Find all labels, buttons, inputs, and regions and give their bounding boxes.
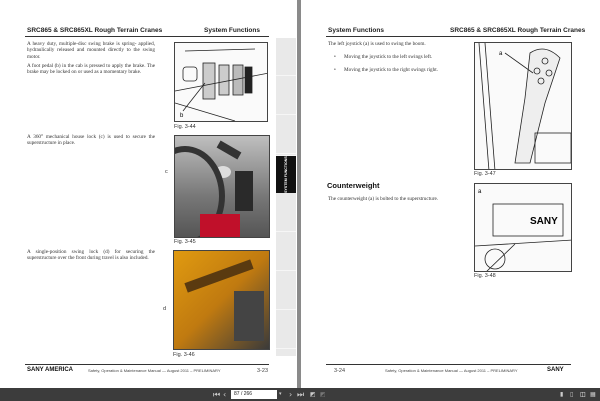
- page-number: 3-24: [334, 368, 346, 374]
- figure-swing-lock-photo: [173, 250, 270, 350]
- footer-rule: [25, 364, 269, 365]
- continuous-view-icon[interactable]: ▯: [570, 390, 573, 399]
- previous-page-icon[interactable]: ‹: [223, 390, 226, 399]
- page-dropdown-icon[interactable]: ▾: [279, 390, 282, 399]
- svg-text:a: a: [499, 51, 503, 57]
- svg-text:b: b: [180, 113, 184, 119]
- figure-joystick: a: [474, 42, 572, 170]
- first-page-icon[interactable]: ⏮: [213, 390, 220, 399]
- figure-caption: Fig. 3-48: [474, 273, 496, 279]
- bullet-item: Moving the joystick to the right swings …: [344, 67, 438, 73]
- header-section: System Functions: [204, 27, 260, 34]
- paragraph: The counterweight (a) is bolted to the s…: [328, 196, 439, 202]
- chapter-tabs: SYSTEM FUNCTIONS: [276, 38, 296, 356]
- chapter-tab[interactable]: [276, 77, 296, 115]
- chapter-tab[interactable]: [276, 311, 296, 349]
- chapter-tab[interactable]: [276, 38, 296, 76]
- figure-house-lock-photo: [174, 135, 270, 238]
- paragraph: The left joystick (a) is used to swing t…: [328, 41, 426, 47]
- footer-brand: SANY: [547, 367, 564, 373]
- single-page-view-icon[interactable]: ▮: [560, 390, 563, 399]
- two-page-view-icon[interactable]: ◫: [580, 390, 586, 399]
- figure-counterweight: a SANY: [474, 183, 572, 272]
- next-page-icon[interactable]: ›: [289, 390, 292, 399]
- figure-caption: Fig. 3-46: [173, 352, 195, 358]
- chapter-tab-system-functions[interactable]: SYSTEM FUNCTIONS: [276, 155, 296, 193]
- header-title: SRC865 & SRC865XL Rough Terrain Cranes: [27, 27, 163, 34]
- footer-rule: [326, 364, 571, 365]
- chapter-tab[interactable]: [276, 194, 296, 232]
- figure-brake-pedal: b: [174, 42, 268, 122]
- figure-caption: Fig. 3-44: [174, 124, 196, 130]
- footer-brand: SANY AMERICA: [27, 367, 74, 373]
- page-number-input[interactable]: 87 / 266: [231, 390, 277, 399]
- paragraph: A single-position swing lock (d) for sec…: [27, 249, 155, 262]
- paragraph: A 360° mechanical house lock (c) is used…: [27, 134, 155, 147]
- callout-c: c: [165, 169, 168, 175]
- figure-caption: Fig. 3-45: [174, 239, 196, 245]
- chapter-tab[interactable]: [276, 116, 296, 154]
- right-page: System Functions SRC865 & SRC865XL Rough…: [301, 0, 600, 388]
- page-number: 3-23: [257, 368, 269, 374]
- footer-text: Safety, Operation & Maintenance Manual —…: [385, 368, 518, 373]
- bullet-icon: •: [334, 54, 336, 60]
- paragraph: A foot pedal (b) in the cab is pressed t…: [27, 63, 155, 76]
- bullet-icon: •: [334, 67, 336, 73]
- header-rule: [326, 36, 571, 37]
- chapter-tab[interactable]: [276, 272, 296, 310]
- rotate-back-icon[interactable]: ◩: [320, 390, 326, 399]
- viewer-toolbar: ⏮ ‹ 87 / 266 ▾ › ⏭ ◩ ◩ ▮ ▯ ◫ ▦: [0, 388, 600, 401]
- figure-caption: Fig. 3-47: [474, 171, 496, 177]
- two-page-continuous-view-icon[interactable]: ▦: [590, 390, 596, 399]
- left-page: SRC865 & SRC865XL Rough Terrain Cranes S…: [0, 0, 297, 388]
- rotate-icon[interactable]: ◩: [310, 390, 316, 399]
- header-section: System Functions: [328, 27, 384, 34]
- sany-logo: SANY: [530, 216, 558, 227]
- svg-text:a: a: [478, 189, 482, 195]
- last-page-icon[interactable]: ⏭: [297, 390, 304, 399]
- paragraph: A heavy duty, multiple-disc swing brake …: [27, 41, 155, 60]
- header-title: SRC865 & SRC865XL Rough Terrain Cranes: [450, 27, 586, 34]
- footer-text: Safety, Operation & Maintenance Manual —…: [88, 368, 221, 373]
- header-rule: [25, 36, 269, 37]
- bullet-item: Moving the joystick to the left swings l…: [344, 54, 433, 60]
- section-title: Counterweight: [327, 181, 380, 190]
- chapter-tab[interactable]: [276, 233, 296, 271]
- callout-d: d: [163, 306, 167, 312]
